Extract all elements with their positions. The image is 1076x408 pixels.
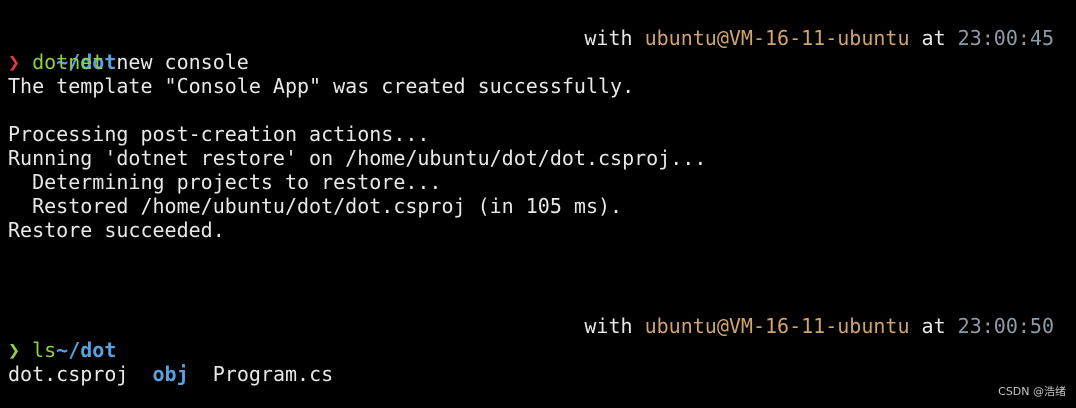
output-line: Processing post-creation actions... bbox=[8, 122, 430, 146]
prompt-arrow-icon: ❯ bbox=[8, 50, 21, 74]
directory-entry: obj bbox=[152, 362, 189, 386]
prompt-status: with ubuntu@VM-16-11-ubuntu at 23:00:45 bbox=[584, 26, 1054, 50]
ls-output: dot.csproj obj Program.cs bbox=[8, 362, 333, 386]
prompt-status: with ubuntu@VM-16-11-ubuntu at 23:00:50 bbox=[584, 314, 1054, 338]
command-args: new console bbox=[104, 50, 249, 74]
prompt-time: 23:00:50 bbox=[957, 314, 1054, 338]
prompt-with: with bbox=[584, 26, 645, 50]
prompt-path: ~/dot bbox=[8, 314, 116, 362]
prompt-with: with bbox=[584, 314, 645, 338]
prompt-time: 23:00:45 bbox=[957, 26, 1054, 50]
command-name: dotnet bbox=[32, 50, 105, 74]
command-line[interactable]: ❯ dotnet new console bbox=[8, 50, 249, 74]
output-line: The template "Console App" was created s… bbox=[8, 74, 635, 98]
watermark: CSDN @浩绪 bbox=[998, 385, 1066, 398]
prompt-at: at bbox=[909, 26, 958, 50]
prompt-path: ~/dot bbox=[8, 26, 116, 74]
output-line: Determining projects to restore... bbox=[8, 170, 442, 194]
prompt-user-host: ubuntu@VM-16-11-ubuntu bbox=[644, 314, 910, 338]
prompt-path-text: ~/dot bbox=[56, 338, 117, 362]
prompt-user-host: ubuntu@VM-16-11-ubuntu bbox=[644, 26, 910, 50]
command-line[interactable]: ❯ ls bbox=[8, 338, 56, 362]
output-line: Restore succeeded. bbox=[8, 218, 225, 242]
output-line: Restored /home/ubuntu/dot/dot.csproj (in… bbox=[8, 194, 623, 218]
file-entry: Program.cs bbox=[212, 362, 334, 386]
file-entry: dot.csproj bbox=[8, 362, 129, 386]
prompt-at: at bbox=[909, 314, 958, 338]
output-line: Running 'dotnet restore' on /home/ubuntu… bbox=[8, 146, 707, 170]
terminal-window[interactable]: ~/dot with ubuntu@VM-16-11-ubuntu at 23:… bbox=[0, 0, 1076, 408]
prompt-arrow-icon: ❯ bbox=[8, 338, 21, 362]
command-name: ls bbox=[32, 338, 57, 362]
